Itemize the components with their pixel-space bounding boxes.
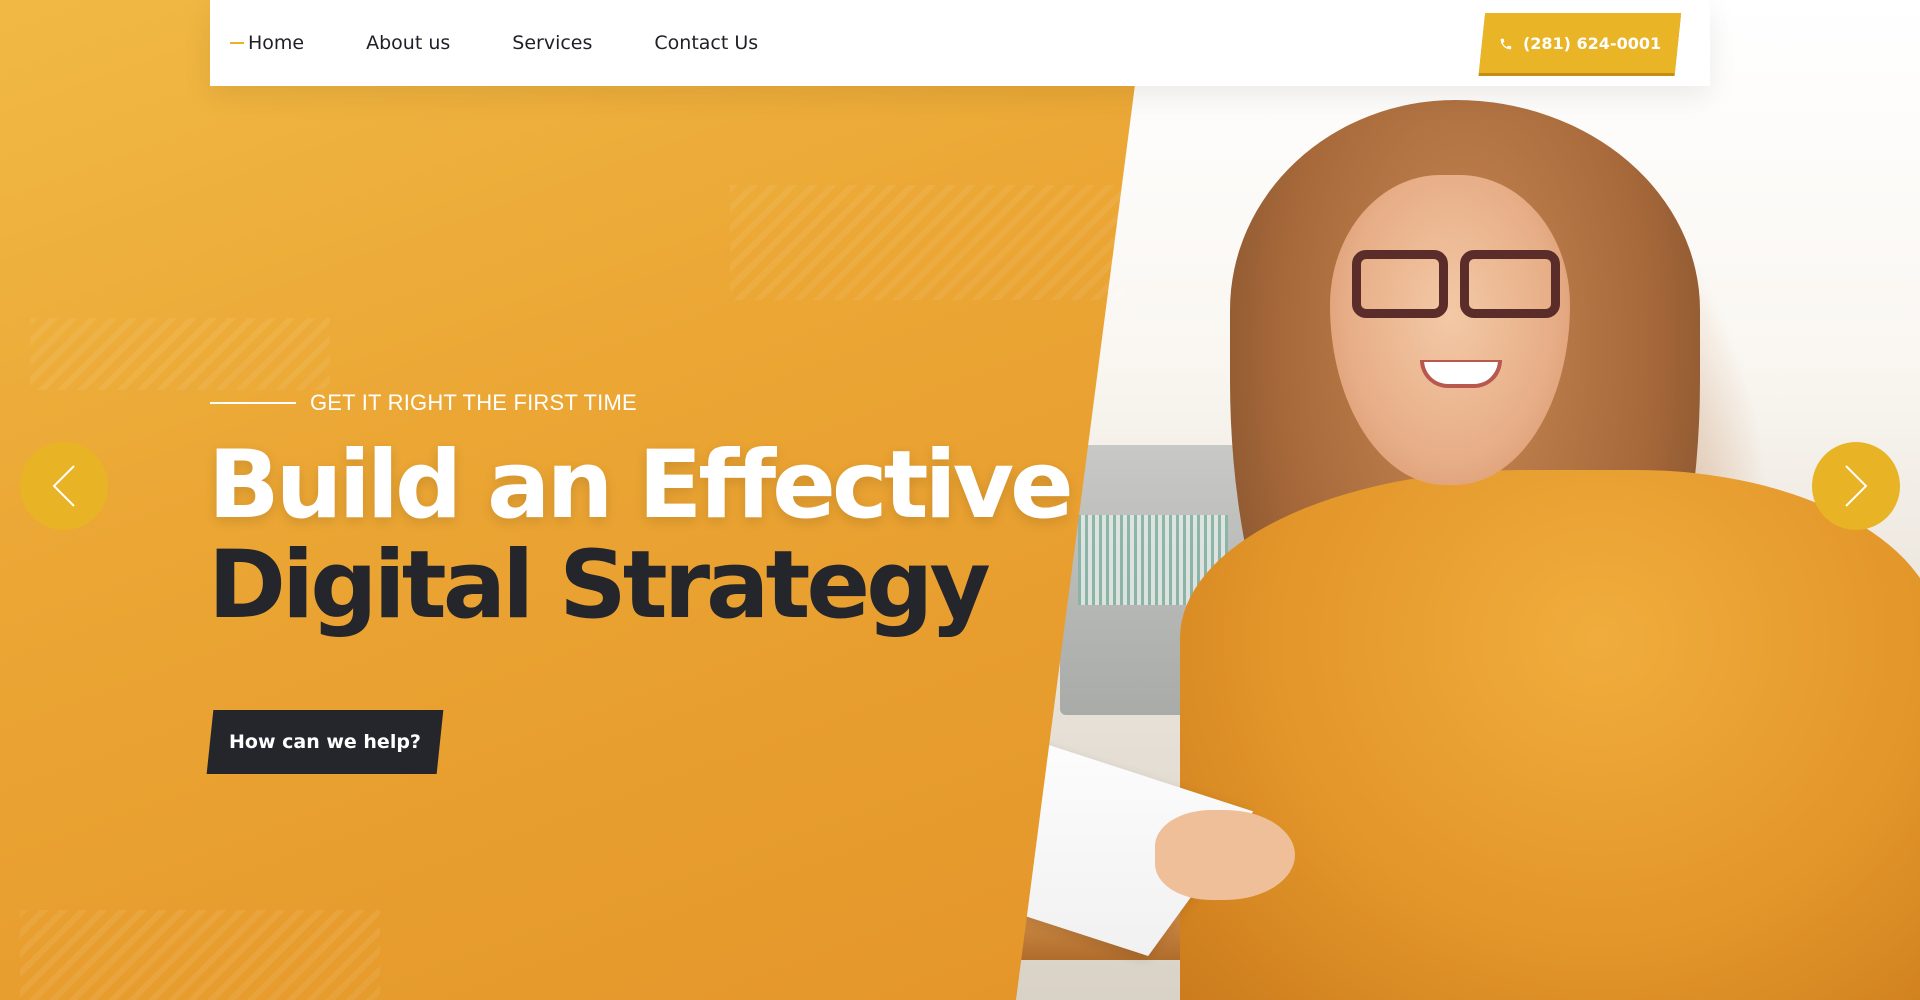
eyebrow-line: [210, 402, 296, 404]
hero-eyebrow: GET IT RIGHT THE FIRST TIME: [210, 390, 637, 416]
nav-item-label: Home: [248, 32, 305, 54]
hero-headline: Build an Effective Digital Strategy: [208, 431, 1074, 640]
glasses-right-lens: [1460, 250, 1560, 318]
nav-item-home[interactable]: Home: [230, 32, 304, 54]
decorative-stripes: [730, 185, 1125, 300]
slider-prev-button[interactable]: [20, 442, 108, 530]
nav-item-label: Contact Us: [654, 32, 759, 54]
nav-item-about[interactable]: About us: [366, 32, 450, 54]
main-nav: Home About us Services Contact Us: [230, 32, 820, 54]
eyebrow-text: GET IT RIGHT THE FIRST TIME: [310, 390, 637, 415]
slider-next-button[interactable]: [1812, 442, 1900, 530]
chevron-left-icon: [52, 465, 75, 507]
how-can-we-help-button[interactable]: How can we help?: [206, 710, 444, 774]
nav-item-services[interactable]: Services: [512, 32, 592, 54]
phone-icon: [1500, 37, 1512, 49]
nav-item-label: About us: [366, 32, 451, 54]
person-sweater: [1180, 470, 1920, 1000]
site-header: Home About us Services Contact Us (281) …: [210, 0, 1710, 86]
glasses-left-lens: [1352, 250, 1448, 318]
headline-line-2: Digital Strategy: [208, 531, 991, 640]
cta-label: How can we help?: [229, 731, 421, 753]
decorative-stripes: [30, 318, 330, 390]
phone-button-content: (281) 624-0001: [1499, 34, 1661, 53]
phone-number: (281) 624-0001: [1522, 33, 1662, 53]
chevron-right-icon: [1845, 465, 1868, 507]
decorative-stripes: [20, 910, 380, 1000]
headline-line-1: Build an Effective: [208, 431, 1074, 540]
nav-item-contact[interactable]: Contact Us: [654, 32, 758, 54]
phone-button[interactable]: (281) 624-0001: [1478, 13, 1682, 73]
person-hand: [1155, 810, 1295, 900]
nav-item-label: Services: [512, 32, 593, 54]
active-indicator: [230, 42, 244, 44]
